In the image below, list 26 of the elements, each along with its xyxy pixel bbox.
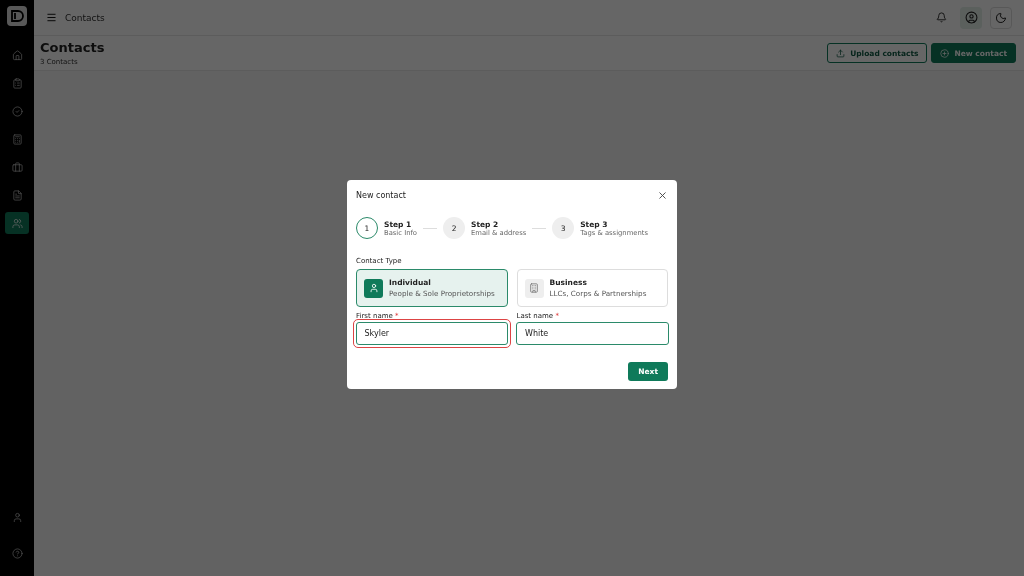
- building-icon: [524, 278, 544, 298]
- home-icon: [11, 49, 23, 61]
- document-icon: [11, 189, 23, 201]
- menu-icon[interactable]: [46, 12, 57, 23]
- users-icon: [11, 217, 23, 229]
- user-circle-icon: [964, 11, 978, 24]
- upload-icon: [836, 48, 846, 58]
- logo-icon: [7, 6, 27, 26]
- bell-icon: [935, 12, 947, 23]
- profile-button[interactable]: [960, 6, 982, 29]
- briefcase-icon: [11, 161, 23, 173]
- help-icon: [11, 547, 23, 559]
- person-icon: [364, 278, 383, 298]
- moon-icon: [995, 11, 1007, 24]
- dialog-title: New contact: [356, 191, 406, 200]
- check-circle-icon: [11, 105, 23, 117]
- clipboard-icon: [11, 77, 23, 89]
- user-icon: [11, 511, 23, 523]
- breadcrumb: Contacts: [65, 12, 106, 23]
- close-icon[interactable]: [657, 190, 668, 201]
- page-title: Contacts: [40, 40, 106, 55]
- calculator-icon: [11, 133, 23, 145]
- sidebar-item[interactable]: [5, 212, 29, 234]
- theme-button[interactable]: [990, 6, 1012, 29]
- text-field[interactable]: Skyler: [352, 318, 511, 348]
- plus-circle-icon: [940, 48, 950, 58]
